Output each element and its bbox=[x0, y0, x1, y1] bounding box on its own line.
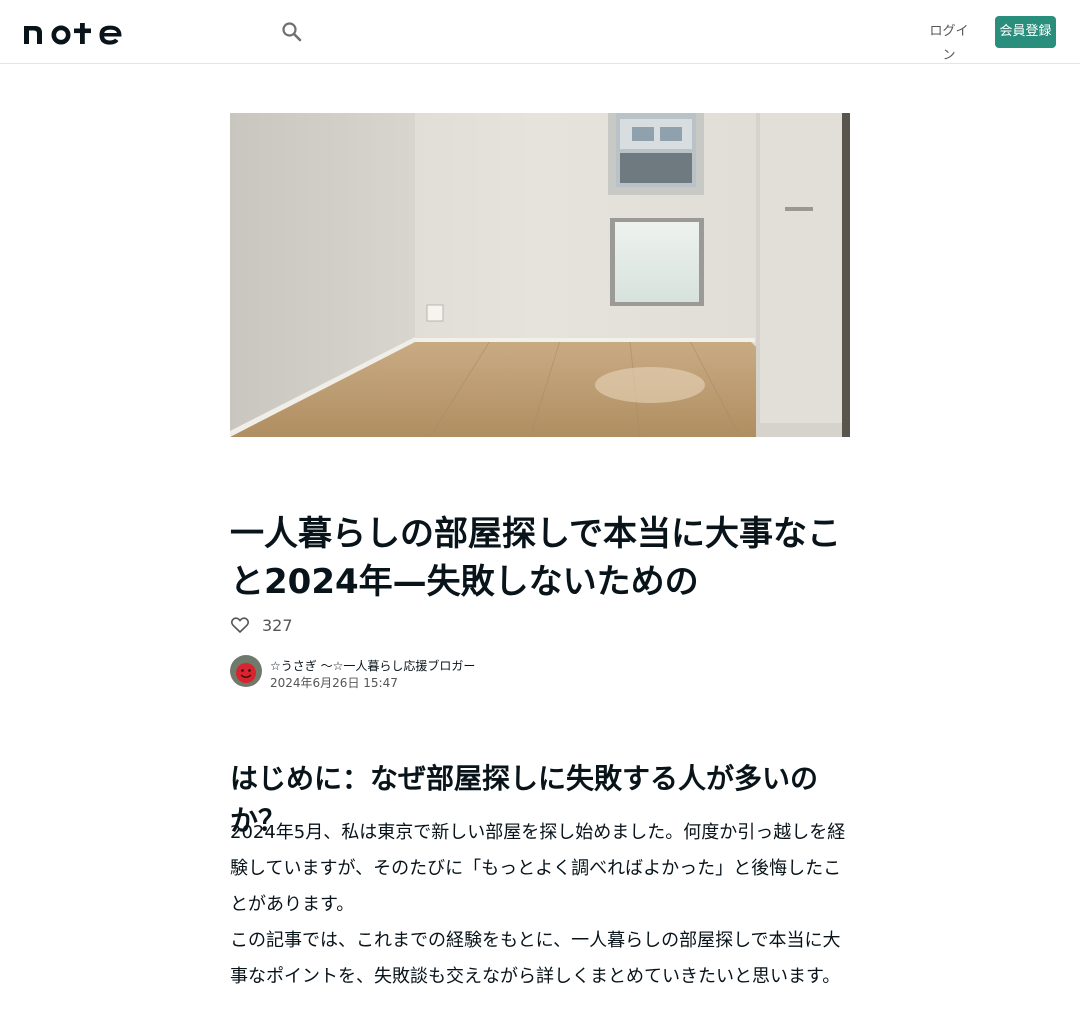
body-paragraph: 2024年5月、私は東京で新しい部屋を探し始めました。何度か引っ越しを経験してい… bbox=[230, 822, 846, 915]
site-header: ログイン 会員登録 bbox=[0, 0, 1080, 64]
article-hero-image bbox=[230, 113, 850, 437]
article-title: 一人暮らしの部屋探しで本当に大事なこと2024年—失敗しないための bbox=[230, 514, 841, 602]
author-avatar[interactable] bbox=[230, 655, 262, 687]
login-link[interactable]: ログイン bbox=[924, 20, 974, 63]
author-name[interactable]: ☆うさぎ 〜☆一人暮らし応援ブロガー bbox=[270, 657, 475, 674]
body-paragraph: この記事では、これまでの経験をもとに、一人暮らしの部屋探しで本当に大事なポイント… bbox=[230, 930, 841, 987]
signup-button[interactable]: 会員登録 bbox=[995, 16, 1056, 48]
like-row: 327 bbox=[230, 612, 293, 638]
like-count: 327 bbox=[262, 615, 293, 635]
heart-icon[interactable] bbox=[230, 615, 250, 635]
post-date: 2024年6月26日 15:47 bbox=[270, 676, 398, 690]
note-logo[interactable] bbox=[24, 18, 124, 46]
search-icon[interactable] bbox=[278, 18, 306, 46]
